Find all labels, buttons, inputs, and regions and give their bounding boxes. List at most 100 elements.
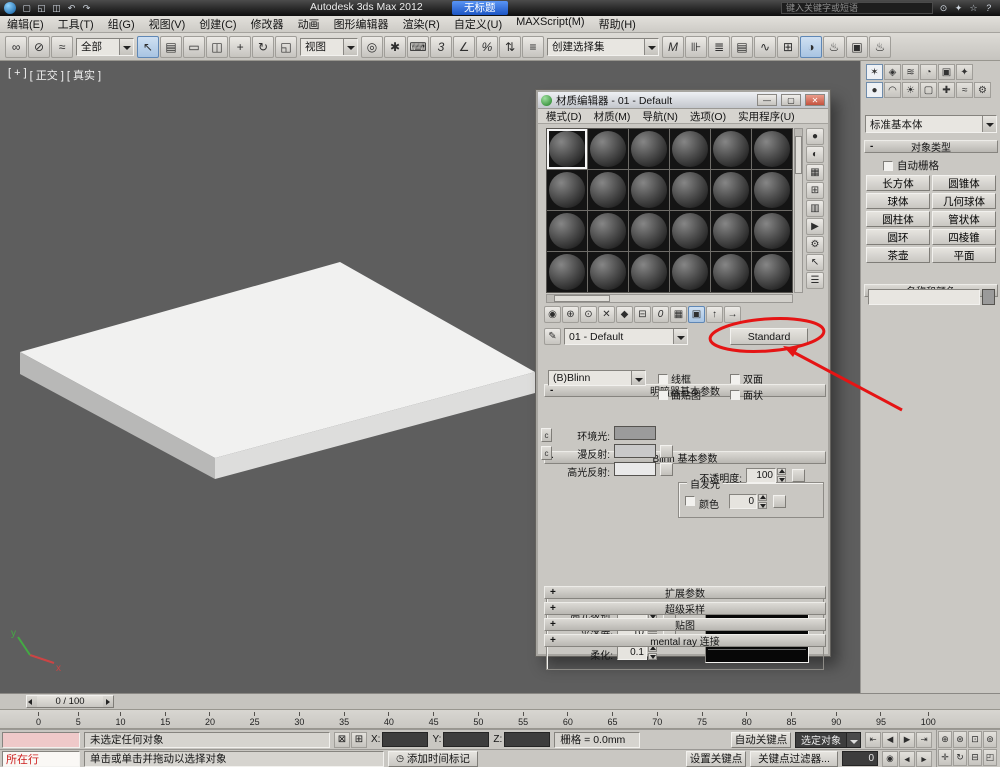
two-sided-checkbox[interactable] — [730, 374, 740, 384]
percent-snap-icon[interactable]: % — [476, 36, 498, 58]
diffuse-map-button[interactable] — [660, 445, 673, 458]
category-geometry-icon[interactable]: ● — [866, 82, 883, 98]
render-setup-icon[interactable]: ♨ — [823, 36, 845, 58]
material-editor-options-icon[interactable]: ⚙ — [806, 236, 824, 253]
menu-item[interactable]: 修改器 — [244, 16, 291, 32]
specular-map-button[interactable] — [660, 463, 673, 476]
material-sample-slot[interactable] — [588, 129, 628, 169]
material-sample-slot[interactable] — [588, 211, 628, 251]
window-crossing-icon[interactable]: ◫ — [206, 36, 228, 58]
sample-horizontal-scrollbar[interactable] — [546, 294, 793, 303]
background-icon[interactable]: ▦ — [806, 164, 824, 181]
material-name-dropdown[interactable]: 01 - Default — [564, 328, 688, 345]
menu-item[interactable]: 视图(V) — [142, 16, 193, 32]
align-icon[interactable]: ⊪ — [685, 36, 707, 58]
edit-named-selection-sets-icon[interactable]: ≡ — [522, 36, 544, 58]
material-sample-slot[interactable] — [629, 170, 669, 210]
category-lights-icon[interactable]: ☀ — [902, 82, 919, 98]
material-sample-slot[interactable] — [752, 170, 792, 210]
material-sample-slot[interactable] — [752, 252, 792, 292]
sample-vertical-scrollbar[interactable] — [794, 128, 803, 293]
material-editor-menu-item[interactable]: 导航(N) — [636, 109, 684, 124]
show-map-in-viewport-icon[interactable]: ▦ — [670, 306, 687, 323]
collapsed-rollout[interactable]: mental ray 连接 — [544, 634, 826, 647]
collapsed-rollout[interactable]: 扩展参数 — [544, 586, 826, 599]
next-key-icon[interactable]: ► — [916, 751, 932, 767]
orbit-icon[interactable]: ↻ — [953, 749, 967, 766]
make-preview-icon[interactable]: ▶ — [806, 218, 824, 235]
app-logo-icon[interactable] — [4, 2, 16, 14]
dropdown-arrow-icon[interactable] — [644, 39, 658, 55]
previous-frame-icon[interactable]: ◀ — [882, 732, 898, 748]
material-sample-slot[interactable] — [752, 129, 792, 169]
keyboard-override-icon[interactable]: ⌨ — [407, 36, 429, 58]
search-input[interactable] — [781, 2, 933, 14]
select-and-manipulate-icon[interactable]: ✱ — [384, 36, 406, 58]
tab-utilities-icon[interactable]: ✦ — [956, 64, 973, 80]
mirror-icon[interactable]: M — [662, 36, 684, 58]
collapsed-rollout[interactable]: 超级采样 — [544, 602, 826, 615]
menu-item[interactable]: 创建(C) — [192, 16, 243, 32]
zoom-icon[interactable]: ⊕ — [938, 731, 952, 748]
open-file-icon[interactable]: ◱ — [34, 2, 49, 15]
rendered-frame-icon[interactable]: ▣ — [846, 36, 868, 58]
opacity-value[interactable]: 100 — [746, 468, 776, 483]
object-color-swatch[interactable] — [982, 289, 995, 305]
opacity-spinner[interactable] — [777, 468, 786, 483]
set-key-button[interactable]: 设置关键点 — [686, 751, 746, 767]
face-map-checkbox[interactable] — [658, 390, 668, 400]
menu-item[interactable]: 动画 — [291, 16, 327, 32]
show-end-result-icon[interactable]: ▣ — [688, 306, 705, 323]
graphite-ribbon-icon[interactable]: ▤ — [731, 36, 753, 58]
menu-item[interactable]: 自定义(U) — [447, 16, 509, 32]
timeline-ruler[interactable]: 0510152025303540455055606570758085909510… — [0, 709, 1000, 729]
category-helpers-icon[interactable]: ✚ — [938, 82, 955, 98]
pick-material-icon[interactable]: ✎ — [544, 328, 561, 345]
dropdown-arrow-icon[interactable] — [631, 371, 645, 385]
object-type-button[interactable]: 长方体 — [866, 175, 930, 191]
field-of-view-icon[interactable]: ⊚ — [983, 731, 997, 748]
viewport-general-menu[interactable]: [ + ] — [8, 67, 27, 83]
sample-type-icon[interactable]: ● — [806, 128, 824, 145]
scroll-thumb[interactable] — [795, 136, 802, 174]
material-map-navigator-icon[interactable]: ☰ — [806, 272, 824, 289]
time-slider-prev-icon[interactable] — [27, 696, 37, 707]
object-name-field[interactable] — [868, 289, 980, 305]
object-type-button[interactable]: 圆环 — [866, 229, 930, 245]
menu-item[interactable]: 组(G) — [101, 16, 142, 32]
zoom-extents-icon[interactable]: ⊡ — [968, 731, 982, 748]
self-illum-map-button[interactable] — [773, 495, 786, 508]
material-type-button[interactable]: Standard — [730, 328, 808, 345]
menu-item[interactable]: 图形编辑器 — [327, 16, 396, 32]
mini-listener-pane[interactable]: 所在行 — [2, 751, 80, 767]
schematic-view-icon[interactable]: ⊞ — [777, 36, 799, 58]
select-and-scale-icon[interactable]: ◱ — [275, 36, 297, 58]
help-icon[interactable]: ? — [981, 2, 996, 15]
material-sample-slot[interactable] — [670, 211, 710, 251]
maximize-button[interactable] — [781, 94, 801, 106]
named-selection-sets-dropdown[interactable]: 创建选择集 — [547, 38, 659, 56]
pan-icon[interactable]: ✛ — [938, 749, 952, 766]
lock-diffuse-specular-button[interactable] — [541, 446, 552, 460]
dropdown-arrow-icon[interactable] — [343, 39, 357, 55]
viewport-shading-menu[interactable]: [ 真实 ] — [67, 67, 101, 83]
video-color-check-icon[interactable]: ▥ — [806, 200, 824, 217]
material-sample-slot[interactable] — [629, 129, 669, 169]
favorites-icon[interactable]: ☆ — [966, 2, 981, 15]
material-sample-slot[interactable] — [547, 211, 587, 251]
search-icon[interactable]: ⊙ — [936, 2, 951, 15]
ambient-color-swatch[interactable] — [614, 426, 656, 440]
assign-to-selection-icon[interactable]: ⊙ — [580, 306, 597, 323]
put-to-scene-icon[interactable]: ⊕ — [562, 306, 579, 323]
material-sample-slot[interactable] — [588, 170, 628, 210]
material-sample-slot[interactable] — [711, 252, 751, 292]
self-illum-spinner[interactable] — [758, 494, 767, 509]
object-type-button[interactable]: 四棱锥 — [932, 229, 996, 245]
key-filters-button[interactable]: 关键点过滤器... — [750, 751, 838, 767]
angle-snap-icon[interactable]: ∠ — [453, 36, 475, 58]
go-to-parent-icon[interactable]: ↑ — [706, 306, 723, 323]
time-slider-next-icon[interactable] — [103, 696, 113, 707]
make-unique-icon[interactable]: ◆ — [616, 306, 633, 323]
backlight-icon[interactable]: ◐ — [806, 146, 824, 163]
scroll-thumb[interactable] — [554, 295, 610, 302]
